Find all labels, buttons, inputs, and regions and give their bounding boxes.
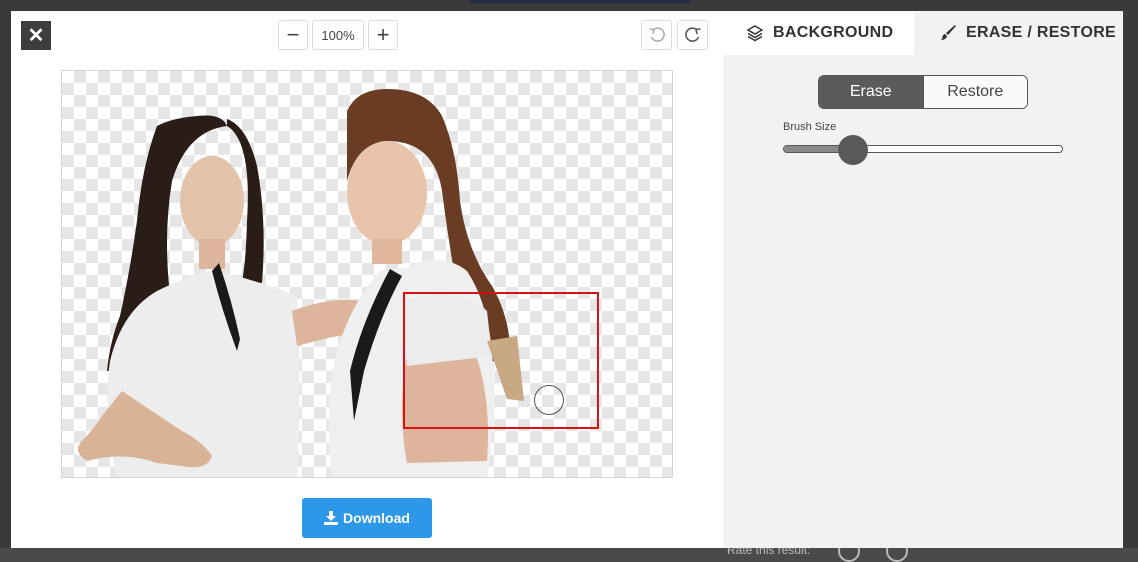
selection-rectangle xyxy=(403,292,599,429)
layers-icon xyxy=(746,25,764,42)
restore-mode-button[interactable]: Restore xyxy=(922,76,1027,108)
redo-icon xyxy=(684,27,701,42)
zoom-level: 100% xyxy=(312,20,364,50)
undo-icon xyxy=(648,27,665,42)
zoom-controls: − 100% + xyxy=(278,20,398,50)
brush-size-label: Brush Size xyxy=(783,121,837,133)
download-button[interactable]: Download xyxy=(302,498,432,538)
close-icon: ✕ xyxy=(27,24,45,47)
tab-background[interactable]: BACKGROUND xyxy=(723,11,914,55)
redo-button[interactable] xyxy=(677,20,708,50)
undo-button[interactable] xyxy=(641,20,672,50)
erase-editor-modal: ✕ − 100% + Download BACKGROUND ERASE / R… xyxy=(11,11,1123,548)
download-icon xyxy=(324,511,339,525)
brush-size-handle[interactable] xyxy=(838,135,868,165)
close-button[interactable]: ✕ xyxy=(21,21,51,50)
background-page-footer xyxy=(0,548,1138,562)
zoom-in-button[interactable]: + xyxy=(368,20,398,50)
background-header-strip xyxy=(470,0,690,3)
zoom-out-button[interactable]: − xyxy=(278,20,308,50)
panel-tabs: BACKGROUND ERASE / RESTORE xyxy=(723,11,1123,55)
editing-canvas[interactable] xyxy=(61,70,673,478)
erase-mode-button[interactable]: Erase xyxy=(819,76,923,108)
brush-icon xyxy=(941,25,956,40)
download-label: Download xyxy=(343,510,410,526)
tab-background-label: BACKGROUND xyxy=(773,24,894,41)
tool-panel: BACKGROUND ERASE / RESTORE Erase Restore… xyxy=(723,11,1123,548)
brush-cursor xyxy=(534,385,564,415)
brush-size-slider[interactable] xyxy=(783,145,1063,153)
tab-erase-restore[interactable]: ERASE / RESTORE xyxy=(914,11,1123,55)
mode-toggle: Erase Restore xyxy=(818,75,1028,109)
tab-erase-restore-label: ERASE / RESTORE xyxy=(966,24,1117,41)
